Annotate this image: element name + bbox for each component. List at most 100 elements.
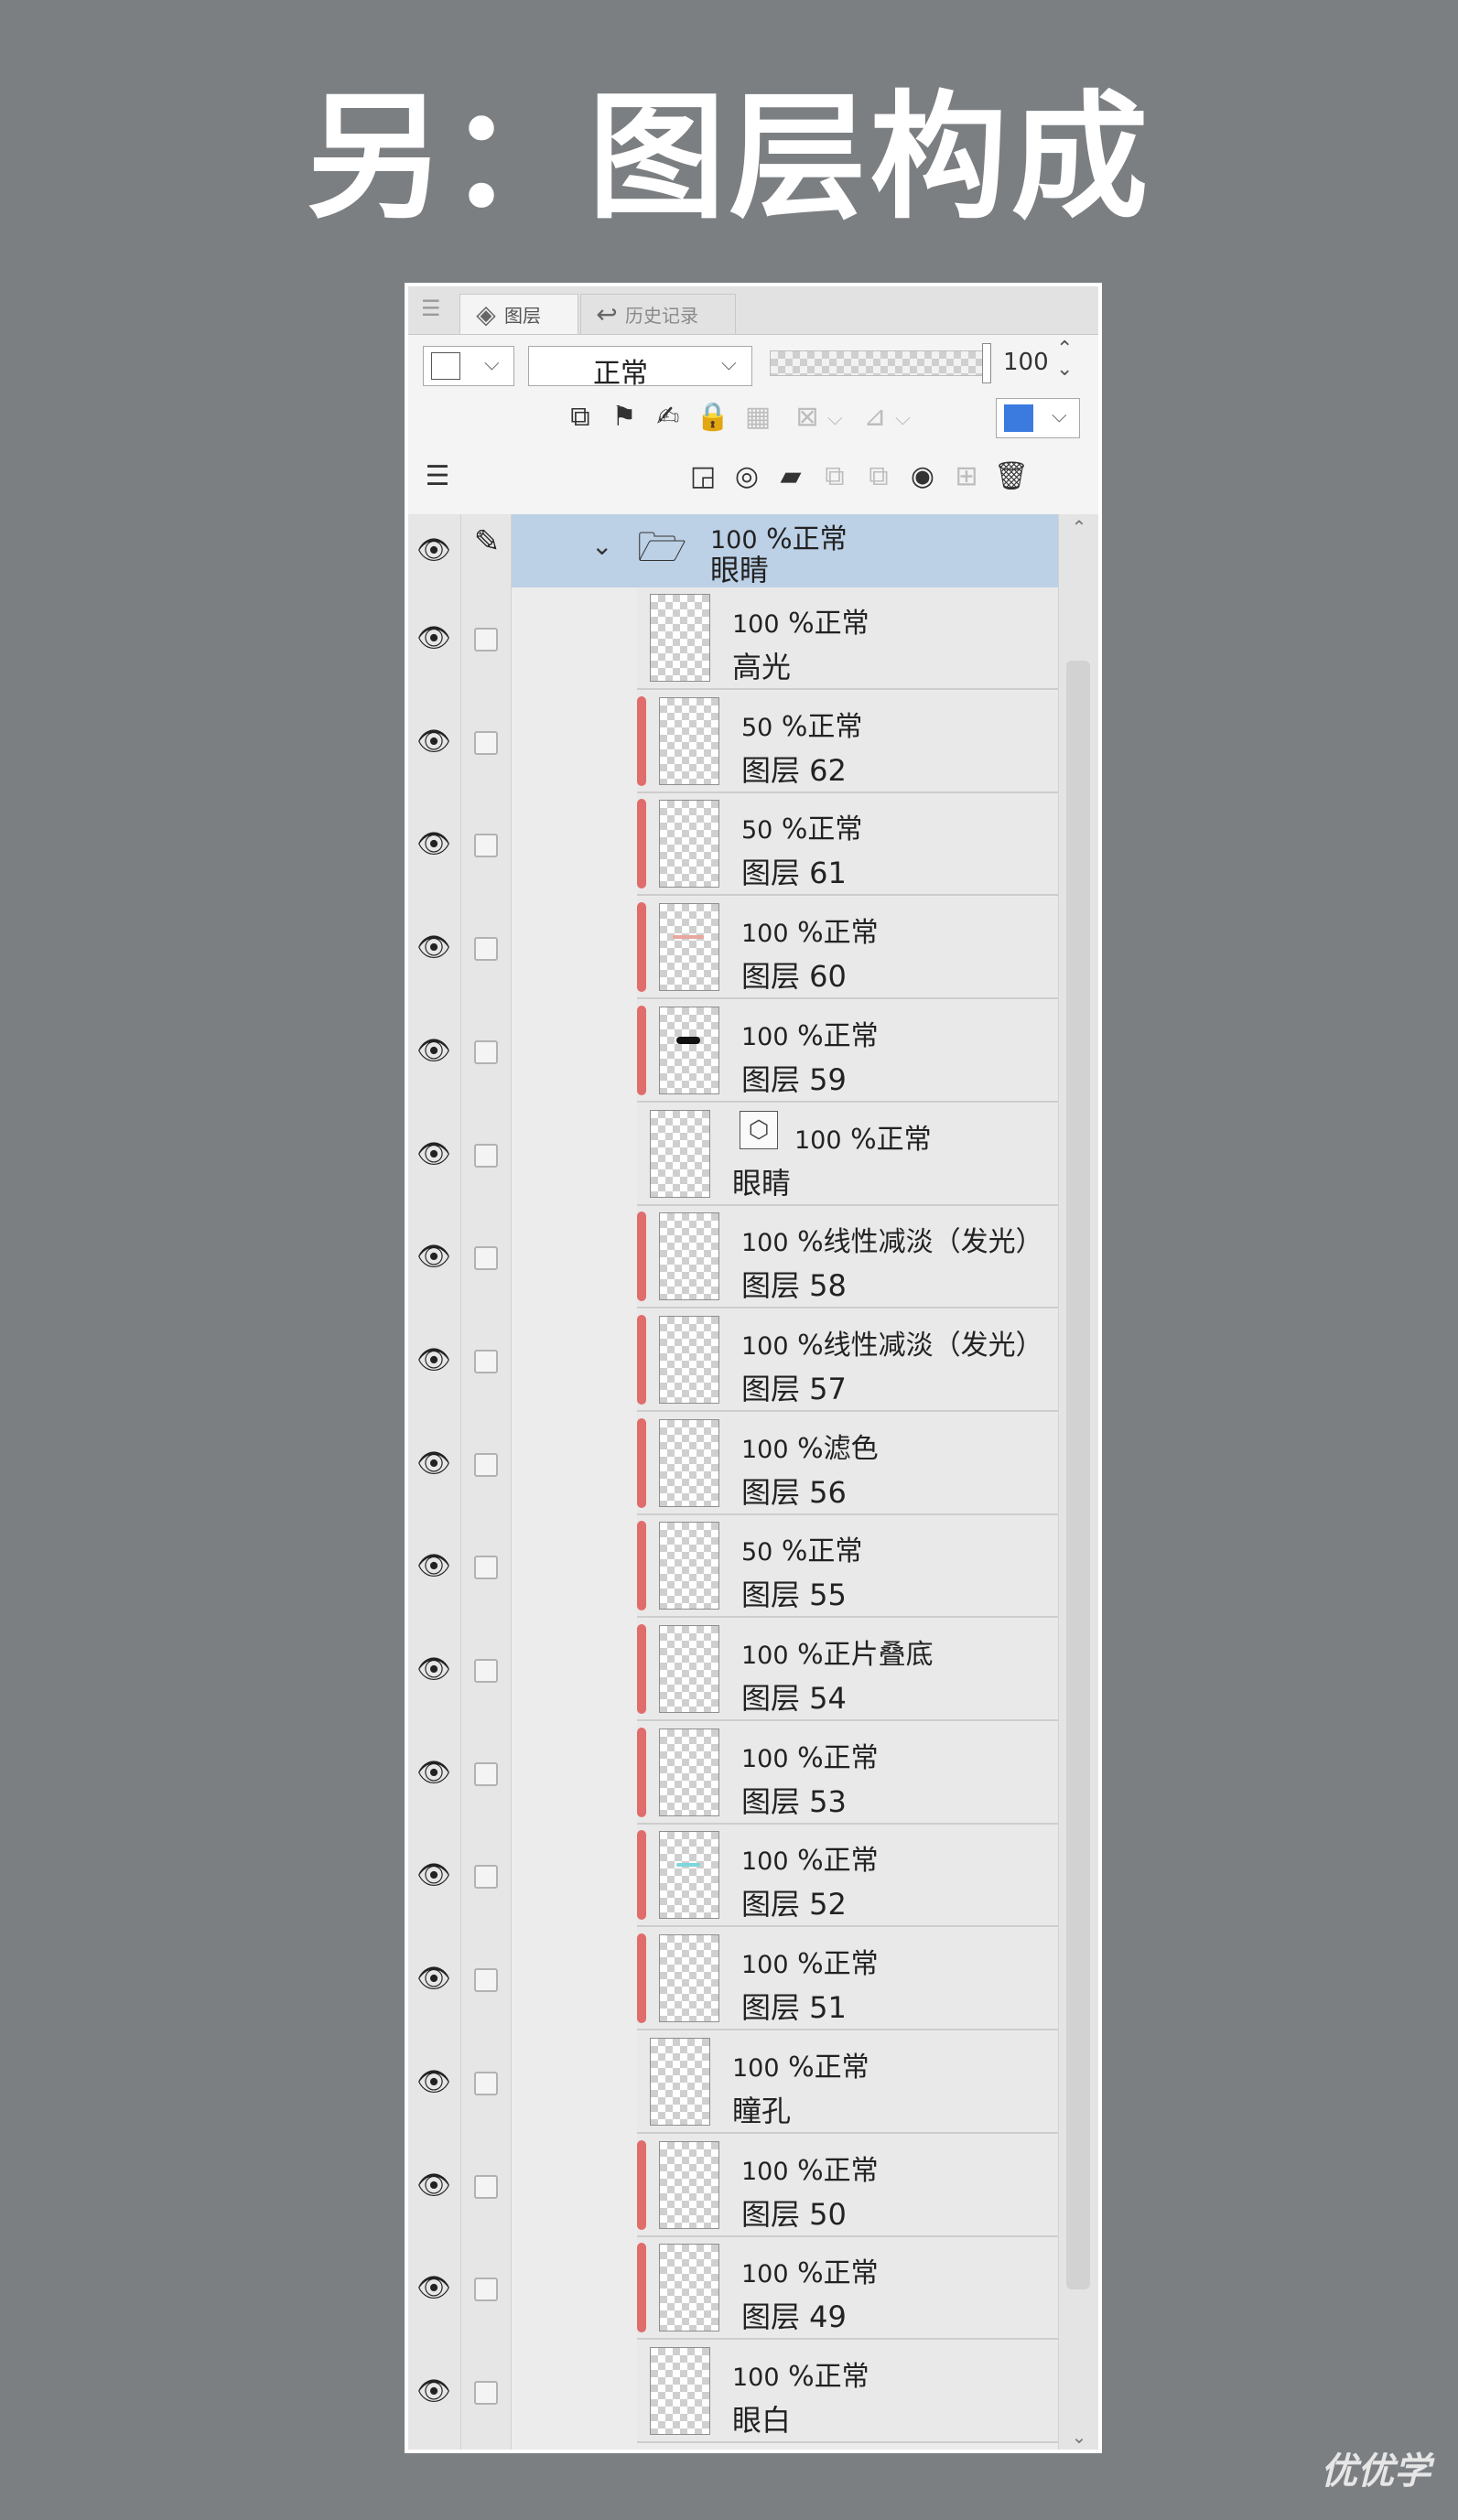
eye-icon[interactable]: 👁 [416, 1033, 452, 1070]
pencil-icon[interactable]: ✎ [467, 522, 507, 562]
new-raster-layer-icon[interactable]: ◲ [686, 460, 719, 493]
layer-row[interactable]: 👁 100 %正常 图层 49 [408, 2237, 1058, 2341]
layer-item[interactable]: 50 %正常 图层 62 [637, 690, 1058, 793]
edit-target-checkbox[interactable] [474, 1761, 498, 1786]
eye-icon[interactable]: 👁 [416, 1548, 452, 1585]
scroll-down-icon[interactable]: ⌄ [1059, 2426, 1098, 2448]
opacity-slider-handle[interactable] [982, 343, 991, 383]
eye-icon[interactable]: 👁 [416, 1858, 452, 1894]
create-mask-icon[interactable]: ◉ [906, 460, 939, 493]
delete-layer-icon[interactable]: 🗑 [994, 460, 1029, 493]
layer-row[interactable]: 👁 50 %正常 图层 55 [408, 1515, 1058, 1619]
layer-row[interactable]: 👁 50 %正常 图层 62 [408, 690, 1058, 793]
layer-item[interactable]: 100 %线性减淡（发光） 图层 58 [637, 1206, 1058, 1309]
edit-target-checkbox[interactable] [474, 1865, 498, 1890]
opacity-slider[interactable] [770, 350, 989, 376]
layer-row[interactable]: 👁 100 %正常 眼白 [408, 2340, 1058, 2443]
layer-item[interactable]: 50 %正常 图层 61 [637, 793, 1058, 897]
layer-row[interactable]: 👁 100 %正常 图层 50 [408, 2134, 1058, 2237]
layer-row[interactable]: 👁 100 %滤色 图层 56 [408, 1412, 1058, 1515]
edit-target-checkbox[interactable] [474, 2380, 498, 2405]
layer-row[interactable]: 👁 100 %线性减淡（发光） 图层 58 [408, 1206, 1058, 1309]
layer-item[interactable]: 100 %正常 瞳孔 [637, 2030, 1058, 2134]
reference-layer-icon[interactable]: ⚑ [608, 401, 641, 434]
edit-target-checkbox[interactable] [474, 2278, 498, 2302]
layer-color-picker[interactable]: ⌵ [996, 398, 1080, 438]
layer-property-icon[interactable]: ☰ [421, 460, 454, 493]
scroll-up-icon[interactable]: ⌃ [1059, 516, 1098, 538]
layer-row[interactable]: 👁 50 %正常 图层 61 [408, 793, 1058, 897]
blend-mode-select[interactable]: 正常 ⌵ [528, 346, 752, 390]
layer-item[interactable]: 100 %正常 图层 53 [637, 1721, 1058, 1825]
layer-item[interactable]: 100 %正常 高光 [637, 587, 1058, 690]
opacity-stepper-icon[interactable]: ⌃ ⌄ [1056, 339, 1073, 380]
new-folder-icon[interactable]: ▰ [774, 460, 807, 493]
eye-icon[interactable]: 👁 [416, 826, 452, 863]
eye-icon[interactable]: 👁 [416, 1652, 452, 1688]
draft-layer-icon[interactable]: ✍ [652, 401, 685, 434]
layer-row[interactable]: 👁 100 %正常 图层 53 [408, 1721, 1058, 1825]
eye-icon[interactable]: 👁 [416, 724, 452, 760]
mask-enable-icon[interactable]: ⊠ [791, 401, 824, 434]
layer-item[interactable]: 100 %滤色 图层 56 [637, 1412, 1058, 1515]
eye-icon[interactable]: 👁 [416, 620, 452, 657]
scrollbar[interactable]: ⌃ ⌄ [1058, 514, 1098, 2450]
tab-history[interactable]: ↩ 历史记录 [580, 294, 736, 334]
merge-down-icon[interactable]: ⧉ [862, 460, 895, 493]
layer-item[interactable]: ⬡ 100 %正常 眼睛 [637, 1103, 1058, 1206]
chevron-down-icon[interactable]: ⌵ [827, 407, 843, 430]
layer-row[interactable]: 👁 100 %正常 图层 59 [408, 999, 1058, 1103]
layer-item[interactable]: 100 %正常 图层 51 [637, 1928, 1058, 2031]
eye-icon[interactable]: 👁 [416, 2374, 452, 2410]
layer-row[interactable]: 👁 100 %线性减淡（发光） 图层 57 [408, 1308, 1058, 1412]
edit-target-checkbox[interactable] [474, 937, 498, 962]
layer-row[interactable]: 👁 ⬡ 100 %正常 眼睛 [408, 1103, 1058, 1206]
edit-target-checkbox[interactable] [474, 1556, 498, 1580]
ruler-display-icon[interactable]: ⊿ [859, 401, 891, 434]
eye-icon[interactable]: 👁 [416, 2270, 452, 2307]
layer-row[interactable]: 👁 100 %正常 图层 51 [408, 1928, 1058, 2031]
folder-row[interactable]: 👁 ✎ ⌄ 🗁 100 %正常 眼睛 [408, 514, 1058, 587]
eye-icon[interactable]: 👁 [416, 2168, 452, 2204]
edit-target-checkbox[interactable] [474, 1968, 498, 1993]
edit-target-checkbox[interactable] [474, 2071, 498, 2095]
eye-icon[interactable]: 👁 [416, 1961, 452, 1998]
layer-item[interactable]: 50 %正常 图层 55 [637, 1515, 1058, 1619]
chevron-down-icon[interactable]: ⌄ [591, 531, 612, 561]
layer-row[interactable]: 👁 100 %正片叠底 图层 54 [408, 1619, 1058, 1721]
eye-icon[interactable]: 👁 [416, 1136, 452, 1173]
transfer-down-icon[interactable]: ⧉ [818, 460, 851, 493]
new-vector-layer-icon[interactable]: ◎ [730, 460, 763, 493]
scrollbar-thumb[interactable] [1066, 661, 1090, 2289]
lock-transparency-icon[interactable]: ▦ [741, 401, 774, 434]
edit-target-checkbox[interactable] [474, 1246, 498, 1271]
layer-item[interactable]: 100 %正常 图层 52 [637, 1825, 1058, 1928]
layer-item[interactable]: 100 %正常 图层 60 [637, 897, 1058, 1000]
edit-target-checkbox[interactable] [474, 1349, 498, 1373]
edit-target-checkbox[interactable] [474, 834, 498, 858]
eye-icon[interactable]: 👁 [416, 930, 452, 966]
edit-target-checkbox[interactable] [474, 1452, 498, 1477]
layer-row[interactable]: 👁 100 %正常 高光 [408, 587, 1058, 690]
opacity-value[interactable]: 100 [1003, 349, 1049, 376]
layer-item[interactable]: 100 %正片叠底 图层 54 [637, 1619, 1058, 1721]
edit-target-checkbox[interactable] [474, 730, 498, 755]
clip-layer-icon[interactable]: ⧉ [564, 401, 597, 434]
eye-icon[interactable]: 👁 [416, 1239, 452, 1276]
tab-layers[interactable]: ◈ 图层 [459, 294, 578, 334]
layer-item[interactable]: 100 %正常 图层 50 [637, 2134, 1058, 2237]
layer-color-select[interactable]: ⌵ [423, 346, 514, 386]
lock-icon[interactable]: 🔒 [696, 401, 729, 434]
panel-menu-icon[interactable]: ☰ [421, 297, 441, 319]
eye-icon[interactable]: 👁 [416, 1446, 452, 1482]
eye-icon[interactable]: 👁 [416, 2064, 452, 2101]
eye-icon[interactable]: 👁 [416, 1342, 452, 1379]
eye-icon[interactable]: 👁 [416, 533, 452, 569]
edit-target-checkbox[interactable] [474, 1659, 498, 1683]
layer-item[interactable]: 100 %正常 图层 59 [637, 999, 1058, 1103]
layer-item[interactable]: 100 %线性减淡（发光） 图层 57 [637, 1308, 1058, 1412]
apply-mask-icon[interactable]: ⊞ [950, 460, 983, 493]
layer-row[interactable]: 👁 100 %正常 瞳孔 [408, 2030, 1058, 2134]
layer-row[interactable]: 👁 100 %正常 图层 60 [408, 897, 1058, 1000]
eye-icon[interactable]: 👁 [416, 1755, 452, 1792]
